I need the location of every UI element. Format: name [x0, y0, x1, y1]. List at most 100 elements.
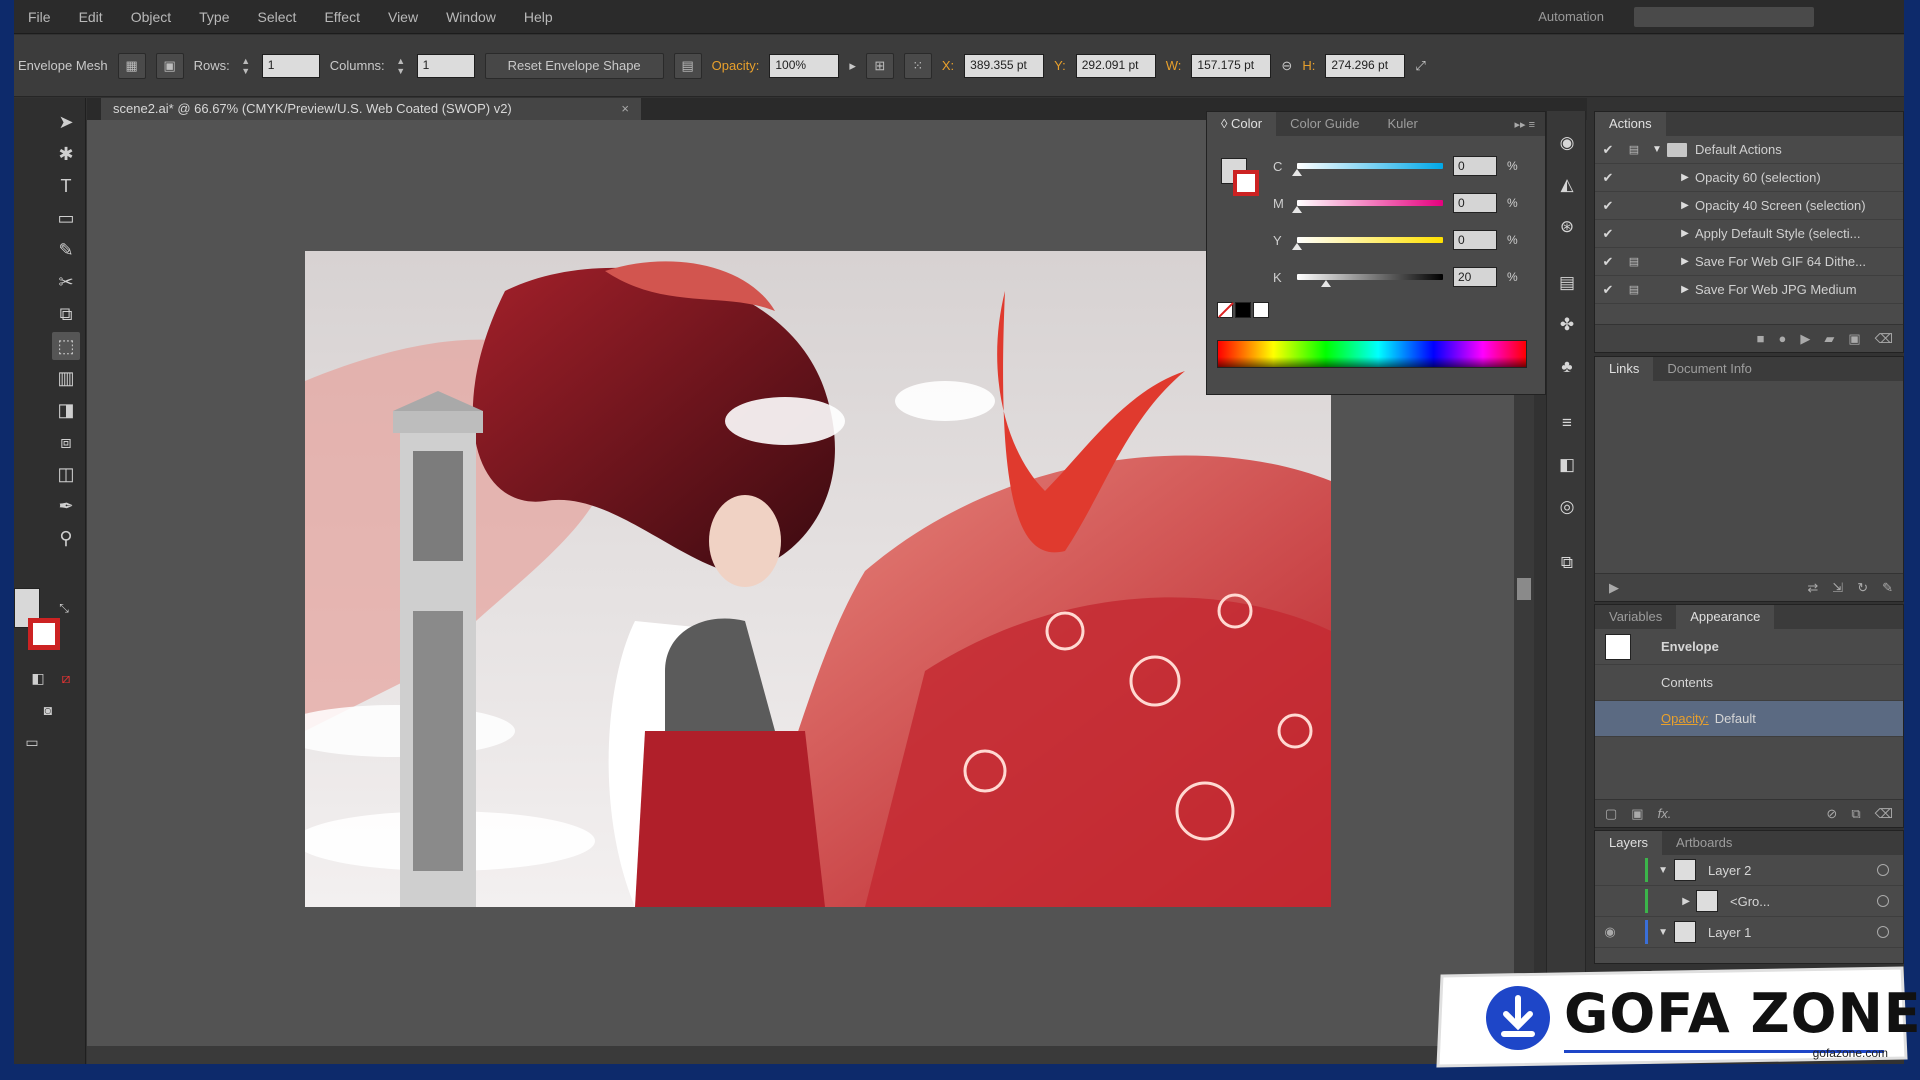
opacity-arrow-icon[interactable]: ▸ — [849, 58, 856, 74]
tab-document-info[interactable]: Document Info — [1653, 357, 1766, 381]
layer-name[interactable]: Layer 2 — [1708, 863, 1751, 878]
color-guide-icon[interactable]: ◭ — [1555, 173, 1579, 197]
stroke-swatch[interactable] — [28, 618, 60, 650]
action-row[interactable]: ✔ ▤ ▶ Save For Web JPG Medium — [1595, 276, 1903, 304]
opacity-label[interactable]: Opacity: — [712, 58, 760, 73]
expand-triangle-icon[interactable]: ▼ — [1656, 865, 1674, 876]
check-icon[interactable]: ✔ — [1595, 254, 1621, 270]
collapse-triangle-icon[interactable]: ▶ — [1675, 172, 1695, 183]
visibility-eye-icon[interactable]: ◉ — [1595, 924, 1625, 940]
blend-tool-icon[interactable]: ⧈ — [52, 428, 80, 456]
menu-help[interactable]: Help — [510, 9, 567, 25]
action-set-row[interactable]: ✔ ▤ ▼ Default Actions — [1595, 136, 1903, 164]
channel-slider[interactable] — [1292, 200, 1443, 213]
expand-triangle-icon[interactable]: ▶ — [1656, 896, 1696, 907]
artboards-icon[interactable]: ⧉ — [1555, 551, 1579, 575]
gradient-tool-icon[interactable]: ◨ — [52, 396, 80, 424]
color-mode-icon[interactable]: ◧ — [24, 664, 52, 692]
record-icon[interactable]: ● — [1778, 331, 1786, 346]
menu-window[interactable]: Window — [432, 9, 510, 25]
none-mode-icon[interactable]: ⧄ — [52, 664, 80, 692]
expand-triangle-icon[interactable]: ▼ — [1656, 927, 1674, 938]
channel-value-input[interactable]: 0 — [1453, 156, 1497, 176]
tab-color-guide[interactable]: Color Guide — [1276, 112, 1373, 136]
play-icon[interactable]: ▶ — [1800, 331, 1810, 347]
transparency-icon[interactable]: ◎ — [1555, 495, 1579, 519]
collapse-triangle-icon[interactable]: ▶ — [1675, 284, 1695, 295]
lasso-tool-icon[interactable]: ✱ — [52, 140, 80, 168]
tab-kuler[interactable]: Kuler — [1373, 112, 1431, 136]
target-circle-icon[interactable] — [1877, 864, 1889, 876]
columns-input[interactable]: 1 — [416, 53, 475, 78]
delete-action-icon[interactable]: ⌫ — [1875, 331, 1893, 347]
check-icon[interactable]: ✔ — [1595, 198, 1621, 214]
y-input[interactable]: 292.091 pt — [1075, 53, 1156, 78]
document-icon[interactable]: ▤ — [673, 52, 702, 79]
goto-link-icon[interactable]: ⇲ — [1832, 580, 1843, 596]
target-circle-icon[interactable] — [1877, 895, 1889, 907]
slice-tool-icon[interactable]: ◫ — [52, 460, 80, 488]
color-stroke-swatch[interactable] — [1233, 170, 1259, 196]
layer-row[interactable]: ▶ <Gro... — [1595, 886, 1903, 917]
stop-icon[interactable]: ■ — [1757, 331, 1765, 346]
collapse-triangle-icon[interactable]: ▶ — [1675, 256, 1695, 267]
appearance-opacity-label[interactable]: Opacity: — [1661, 711, 1709, 726]
h-input[interactable]: 274.296 pt — [1325, 53, 1406, 78]
dialog-toggle-icon[interactable]: ▤ — [1621, 283, 1647, 296]
workspace-switcher[interactable]: Automation — [1538, 9, 1604, 24]
target-circle-icon[interactable] — [1877, 926, 1889, 938]
delete-item-icon[interactable]: ⌫ — [1875, 806, 1893, 822]
add-fill-icon[interactable]: ▣ — [1631, 806, 1643, 822]
menu-object[interactable]: Object — [117, 9, 185, 25]
vertical-scrollbar[interactable] — [1514, 330, 1534, 1064]
check-icon[interactable]: ✔ — [1595, 142, 1621, 158]
channel-value-input[interactable]: 0 — [1453, 193, 1497, 213]
screen-mode-icon[interactable]: ▭ — [18, 728, 46, 756]
tab-variables[interactable]: Variables — [1595, 605, 1676, 629]
check-icon[interactable]: ✔ — [1595, 226, 1621, 242]
stroke-panel-icon[interactable]: ≡ — [1555, 411, 1579, 435]
collapse-triangle-icon[interactable]: ▶ — [1675, 200, 1695, 211]
free-transform-tool-icon[interactable]: ⬚ — [52, 332, 80, 360]
horizontal-scrollbar[interactable] — [87, 1046, 1519, 1064]
tab-links[interactable]: Links — [1595, 357, 1654, 381]
collapse-triangle-icon[interactable]: ▶ — [1675, 228, 1695, 239]
layer-name[interactable]: <Gro... — [1730, 894, 1770, 909]
rows-input[interactable]: 1 — [261, 53, 320, 78]
document-tab[interactable]: scene2.ai* @ 66.67% (CMYK/Preview/U.S. W… — [101, 98, 641, 120]
pencil-tool-icon[interactable]: ✎ — [52, 236, 80, 264]
align-icon[interactable]: ⊞ — [865, 52, 894, 79]
panel-menu-icon[interactable]: ▸▸ ≡ — [1514, 118, 1545, 131]
x-input[interactable]: 389.355 pt — [964, 53, 1045, 78]
slider-thumb-icon[interactable] — [1292, 243, 1302, 250]
w-input[interactable]: 157.175 pt — [1191, 53, 1272, 78]
swap-fill-stroke-icon[interactable]: ⤡ — [50, 594, 78, 622]
action-row[interactable]: ✔ ▶ Opacity 60 (selection) — [1595, 164, 1903, 192]
dialog-toggle-icon[interactable]: ▤ — [1621, 143, 1647, 156]
navigator-icon[interactable]: ⊛ — [1555, 215, 1579, 239]
new-action-icon[interactable]: ▣ — [1848, 331, 1860, 347]
transform-panel-icon[interactable]: ▤ — [1555, 271, 1579, 295]
menu-effect[interactable]: Effect — [310, 9, 374, 25]
opacity-input[interactable]: 100% — [769, 53, 840, 78]
menu-type[interactable]: Type — [185, 9, 243, 25]
columns-stepper-icon[interactable]: ▲ ▼ — [395, 56, 407, 76]
slider-thumb-icon[interactable] — [1292, 169, 1302, 176]
action-row[interactable]: ✔ ▶ Apply Default Style (selecti... — [1595, 220, 1903, 248]
color-panel-icon[interactable]: ◉ — [1555, 131, 1579, 155]
zoom-tool-icon[interactable]: ⚲ — [52, 524, 80, 552]
none-swatch[interactable] — [1217, 302, 1234, 318]
edit-contents-button[interactable]: ▣ — [155, 52, 184, 79]
menu-view[interactable]: View — [374, 9, 432, 25]
tab-actions[interactable]: Actions — [1595, 112, 1666, 136]
add-effect-icon[interactable]: fx. — [1658, 806, 1672, 821]
brushes-icon[interactable]: ♣ — [1555, 355, 1579, 379]
menu-file[interactable]: File — [14, 9, 65, 25]
color-spectrum[interactable] — [1217, 340, 1527, 368]
scissors-tool-icon[interactable]: ✂ — [52, 268, 80, 296]
update-link-icon[interactable]: ↻ — [1857, 580, 1868, 596]
check-icon[interactable]: ✔ — [1595, 170, 1621, 186]
slider-thumb-icon[interactable] — [1292, 206, 1302, 213]
clear-appearance-icon[interactable]: ⊘ — [1826, 806, 1837, 822]
appearance-opacity-row[interactable]: Opacity: Default — [1595, 701, 1903, 737]
